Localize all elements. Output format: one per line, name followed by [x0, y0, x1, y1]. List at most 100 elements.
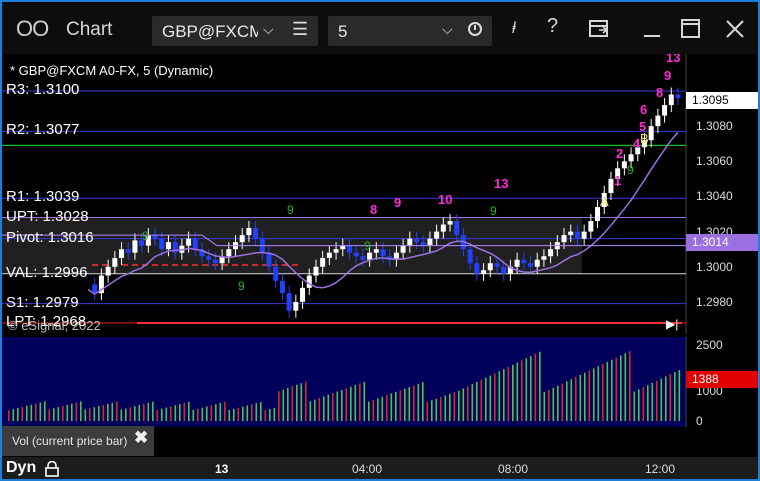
- candle-body: [253, 228, 259, 239]
- candle-body: [346, 245, 352, 253]
- layout-icon[interactable]: [588, 18, 610, 46]
- volume-bar: [116, 401, 118, 421]
- sequence-count-label: 10: [438, 192, 452, 207]
- volume-bar: [570, 379, 573, 421]
- volume-bar: [548, 389, 550, 421]
- volume-bar: [12, 409, 15, 421]
- volume-bar: [435, 398, 438, 421]
- volume-bar: [197, 408, 199, 421]
- volume-bar: [615, 357, 618, 421]
- volume-bar: [404, 388, 406, 421]
- level-label: R1: 1.3039: [6, 188, 80, 206]
- last-price-tag: 1.3095: [686, 91, 758, 109]
- volume-bar: [593, 368, 595, 421]
- sequence-count-label: 13: [494, 176, 508, 191]
- volume-bar: [237, 407, 240, 421]
- candle-body: [326, 252, 332, 258]
- candle-body: [528, 263, 533, 267]
- menu-icon[interactable]: ☰: [292, 19, 308, 40]
- volume-bar: [152, 401, 154, 421]
- volume-bar: [341, 389, 343, 421]
- candle-body: [427, 238, 433, 246]
- interval-selector[interactable]: 5 ⌵: [328, 16, 492, 46]
- volume-bar: [516, 362, 519, 421]
- volume-bar: [156, 409, 159, 421]
- candle-body: [286, 293, 292, 311]
- volume-bar: [449, 393, 451, 421]
- dynamic-mode-button[interactable]: Dyn: [6, 459, 36, 477]
- symbol-selector[interactable]: GBP@FXCM ⌵ ☰: [152, 16, 318, 46]
- candle-body: [226, 249, 232, 257]
- volume-bar: [440, 397, 442, 421]
- minimize-icon[interactable]: [642, 20, 662, 46]
- price-chart[interactable]: 8 9 1013 124568913AB999999▶|: [2, 54, 758, 334]
- volume-bar: [336, 391, 339, 421]
- candle-body: [574, 231, 580, 239]
- volume-bar: [453, 392, 456, 421]
- volume-bar: [143, 403, 145, 421]
- volume-bar: [579, 374, 582, 421]
- volume-bar: [678, 369, 681, 421]
- candle-body: [206, 256, 212, 260]
- volume-bar: [588, 370, 591, 421]
- volume-bar: [255, 403, 258, 421]
- volume-bar: [543, 392, 546, 421]
- candle-body: [541, 256, 547, 260]
- volume-bar: [417, 383, 420, 421]
- candle-body: [186, 238, 192, 246]
- candle-body: [420, 242, 426, 246]
- volume-bar: [44, 401, 46, 421]
- clock-icon[interactable]: [468, 22, 482, 36]
- volume-bar: [480, 379, 483, 421]
- symbol-input[interactable]: GBP@FXCM: [162, 22, 258, 42]
- volume-bar: [386, 395, 388, 421]
- volume-bar: [530, 356, 532, 421]
- maximize-icon[interactable]: [680, 18, 702, 46]
- volume-bar: [620, 355, 622, 421]
- candle-body: [400, 245, 406, 253]
- level-label: R2: 1.3077: [6, 121, 80, 139]
- candle-body: [440, 224, 446, 232]
- candle-body: [300, 287, 306, 302]
- candle-body: [360, 256, 366, 260]
- sequence-count-label: 8: [656, 85, 663, 100]
- chevron-down-icon[interactable]: ⌵: [442, 21, 453, 38]
- sequence-count-label: 9: [664, 68, 671, 83]
- lock-icon[interactable]: [45, 460, 59, 477]
- watermark: © eSignal, 2022: [8, 318, 101, 333]
- volume-bar: [111, 402, 114, 421]
- volume-study-label[interactable]: Vol (current price bar) ✖: [2, 426, 154, 456]
- volume-bar: [471, 384, 474, 421]
- close-icon[interactable]: [724, 18, 746, 46]
- volume-chart[interactable]: [2, 337, 758, 427]
- candle-body: [568, 231, 574, 236]
- volume-bar: [485, 377, 487, 421]
- sequence-count-label: 8: [370, 202, 377, 217]
- interval-input[interactable]: 5: [338, 22, 347, 42]
- candle-body: [165, 242, 171, 250]
- draw-tool-icon[interactable]: ⱡ: [512, 20, 516, 38]
- candle-body: [353, 252, 359, 257]
- volume-bar: [129, 407, 132, 421]
- candle-body: [628, 154, 634, 162]
- volume-bar: [413, 385, 415, 421]
- candle-body: [340, 245, 346, 250]
- chevron-down-icon[interactable]: ⌵: [263, 21, 274, 38]
- candle-body: [373, 249, 379, 253]
- time-label: 04:00: [352, 462, 383, 476]
- price-axis-label: 1.3080: [696, 119, 733, 134]
- help-icon[interactable]: ?: [547, 15, 558, 38]
- volume-bar: [278, 391, 280, 421]
- volume-bar: [575, 377, 577, 421]
- volume-bar: [512, 364, 514, 421]
- volume-bar: [210, 405, 213, 421]
- price-axis-label: 1.3040: [696, 189, 733, 204]
- volume-bar: [8, 410, 10, 421]
- time-label: 08:00: [498, 462, 529, 476]
- candle-body: [662, 105, 668, 116]
- time-label: 12:00: [645, 462, 676, 476]
- volume-bar: [381, 396, 384, 421]
- volume-bar: [606, 361, 609, 421]
- close-icon[interactable]: ✖: [134, 428, 148, 448]
- candle-body: [434, 231, 440, 239]
